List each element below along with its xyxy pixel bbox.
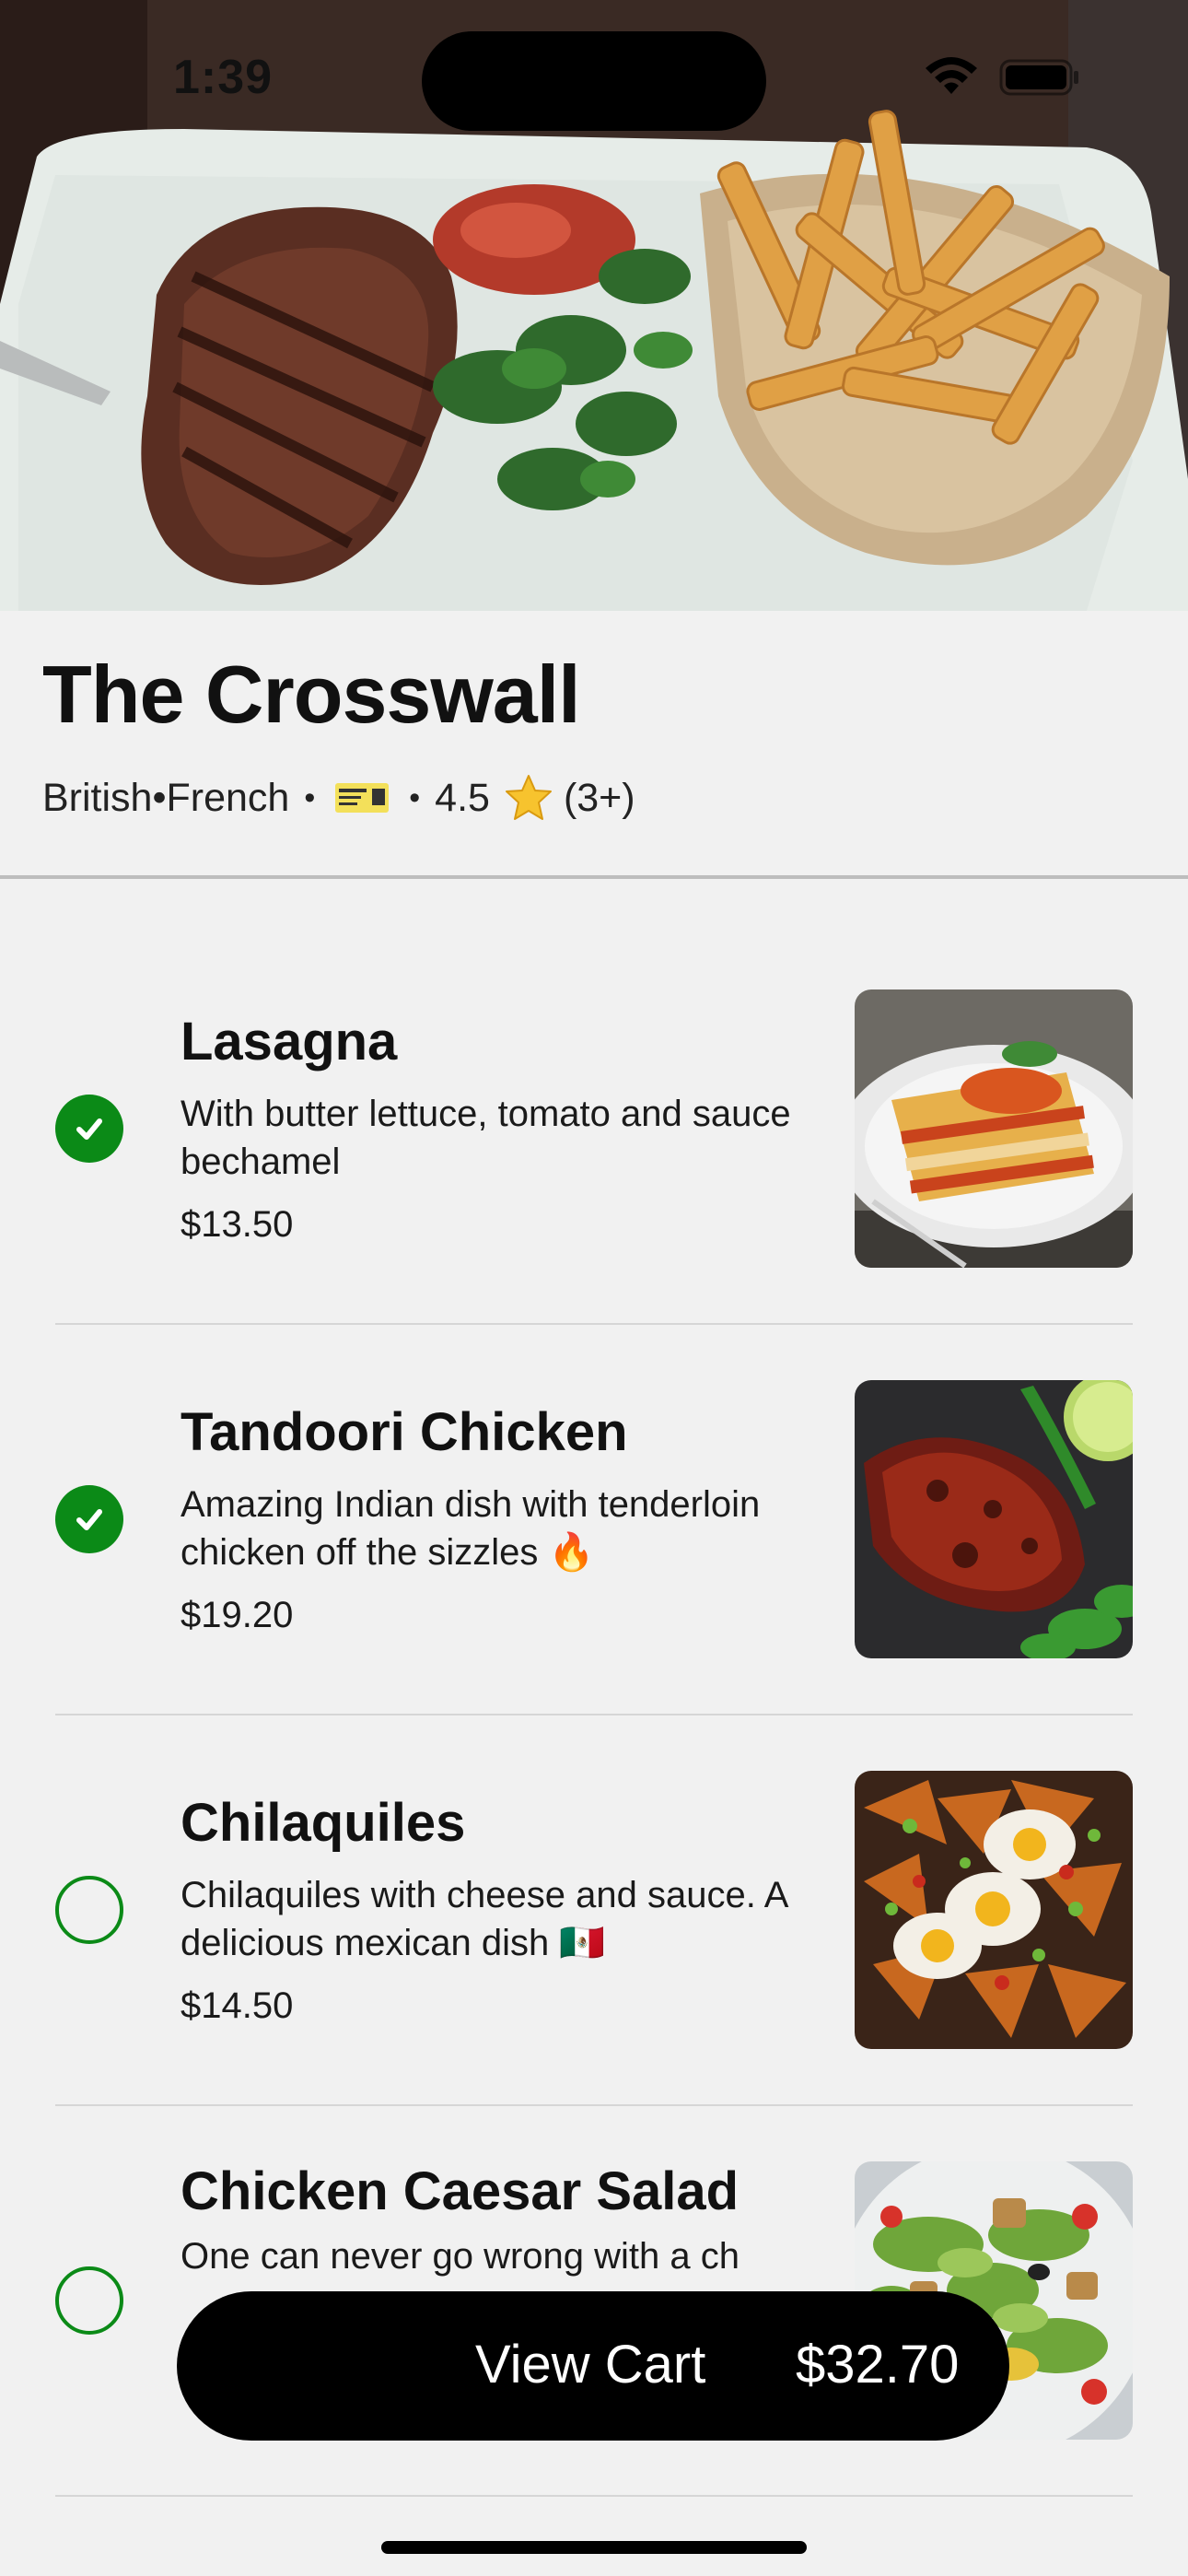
item-title: Chicken Caesar Salad xyxy=(181,2161,740,2221)
restaurant-menu-screen: 1:39 The Crosswall British•French • • 4.… xyxy=(0,0,1188,2576)
wifi-icon xyxy=(926,57,977,94)
status-time: 1:39 xyxy=(173,51,274,104)
view-cart-button[interactable]: View Cart $32.70 xyxy=(177,2291,1009,2441)
home-indicator[interactable] xyxy=(381,2541,807,2554)
item-title: Chilaquiles xyxy=(181,1793,466,1853)
item-price: $13.50 xyxy=(181,1204,294,1245)
cuisine-label: British•French xyxy=(42,775,290,820)
unselected-circle-icon[interactable] xyxy=(55,2266,123,2335)
item-price: $14.50 xyxy=(181,1985,294,2026)
meta-separator: • xyxy=(409,779,421,815)
cart-total: $32.70 xyxy=(796,2335,960,2395)
item-title: Lasagna xyxy=(181,1012,398,1071)
review-count: (3+) xyxy=(563,775,635,820)
view-cart-label: View Cart xyxy=(475,2335,706,2395)
star-icon xyxy=(505,775,552,820)
status-bar: 1:39 xyxy=(0,0,1188,157)
chilaquiles-photo xyxy=(855,1771,1133,2049)
lasagna-photo xyxy=(855,989,1133,1268)
restaurant-header: The Crosswall British•French • • 4.5 (3+… xyxy=(0,611,1188,879)
rating-value: 4.5 xyxy=(435,775,490,820)
header-divider xyxy=(0,875,1188,879)
item-description: One can never go wrong with a ch xyxy=(181,2236,740,2277)
tandoori-chicken-photo xyxy=(855,1380,1133,1658)
ticket-icon xyxy=(335,783,390,813)
item-title: Tandoori Chicken xyxy=(181,1402,628,1462)
menu-item-tandoori-chicken[interactable]: Tandoori Chicken Amazing Indian dish wit… xyxy=(0,1270,1188,1715)
meta-separator: • xyxy=(304,779,316,815)
menu-item-chilaquiles[interactable]: Chilaquiles Chilaquiles with cheese and … xyxy=(0,1661,1188,2106)
unselected-circle-icon[interactable] xyxy=(55,1876,123,1944)
dynamic-island xyxy=(422,31,766,131)
restaurant-meta: British•French • • 4.5 (3+) xyxy=(42,766,635,830)
item-price: $19.20 xyxy=(181,1595,294,1635)
item-description: Chilaquiles with cheese and sauce. A del… xyxy=(181,1875,787,1963)
hero-food-photo: 1:39 xyxy=(0,0,1188,611)
restaurant-name: The Crosswall xyxy=(42,649,581,740)
battery-icon xyxy=(999,59,1078,96)
selected-check-icon[interactable] xyxy=(55,1485,123,1553)
menu-item-lasagna[interactable]: Lasagna With butter lettuce, tomato and … xyxy=(0,880,1188,1325)
item-description: With butter lettuce, tomato and sauce be… xyxy=(181,1094,791,1182)
item-description: Amazing Indian dish with tenderloin chic… xyxy=(181,1484,761,1573)
selected-check-icon[interactable] xyxy=(55,1095,123,1163)
item-divider xyxy=(55,2495,1133,2497)
